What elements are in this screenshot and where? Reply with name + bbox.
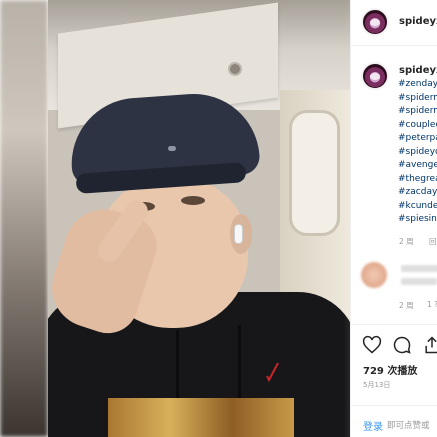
hashtag-link[interactable]: #thegrea — [398, 173, 437, 187]
hashtag-link[interactable]: #spiderm — [398, 105, 437, 119]
hashtag-link[interactable]: #spiesin — [398, 213, 437, 227]
comment-icon[interactable] — [392, 335, 412, 355]
left-background-blur — [0, 0, 48, 437]
blurred-comment-text — [401, 265, 437, 272]
hoodie-print — [108, 398, 294, 437]
hashtag-link[interactable]: #spiderm — [398, 92, 437, 106]
comment-likes: 1 ? — [427, 300, 437, 309]
caption-avatar[interactable] — [361, 62, 389, 90]
hashtag-link[interactable]: #spideyc — [398, 146, 437, 160]
swoosh-logo — [266, 362, 279, 383]
reply-link[interactable]: 回 — [429, 236, 437, 247]
cap-button — [168, 146, 176, 151]
hashtag-link[interactable]: #avenge — [398, 159, 437, 173]
post-sidebar: spideyx spideyx #zenday #spiderm #spider… — [350, 0, 437, 437]
eye — [181, 196, 205, 205]
hashtag-link[interactable]: #zenday — [398, 78, 437, 92]
post-date: 5月13日 — [363, 381, 391, 389]
hashtag-link[interactable]: #kcunde — [398, 200, 437, 214]
airpod — [234, 224, 243, 244]
caption-time: 2 周 — [399, 237, 414, 246]
cabin-light — [228, 62, 242, 76]
heart-icon[interactable] — [362, 335, 382, 355]
post-header: spideyx — [351, 0, 437, 46]
video-frame[interactable] — [48, 0, 350, 437]
comment-bar: 登录 即可点赞或 — [351, 405, 437, 437]
login-link[interactable]: 登录 — [363, 418, 383, 433]
hashtag-link[interactable]: #zacday — [398, 186, 437, 200]
share-icon[interactable] — [422, 335, 437, 355]
header-username[interactable]: spideyx — [399, 16, 437, 27]
airplane-window — [289, 110, 340, 236]
comment-time: 2 周 — [399, 301, 414, 310]
blurred-comment-text — [401, 278, 437, 285]
action-bar: 729 次播放 5月13日 登录 即可点赞或 — [351, 324, 437, 437]
hashtag-link[interactable]: #peterpa — [398, 132, 437, 146]
profile-avatar[interactable] — [361, 8, 389, 36]
caption-username[interactable]: spideyx — [399, 65, 437, 76]
hashtag-list: #zenday #spiderm #spiderm #couplec #pete… — [398, 78, 437, 227]
hoodie-string — [176, 330, 179, 400]
commenter-avatar[interactable] — [361, 262, 387, 288]
hashtag-link[interactable]: #couplec — [398, 119, 437, 133]
login-hint-text: 即可点赞或 — [387, 421, 430, 431]
play-count[interactable]: 729 次播放 — [363, 362, 417, 377]
